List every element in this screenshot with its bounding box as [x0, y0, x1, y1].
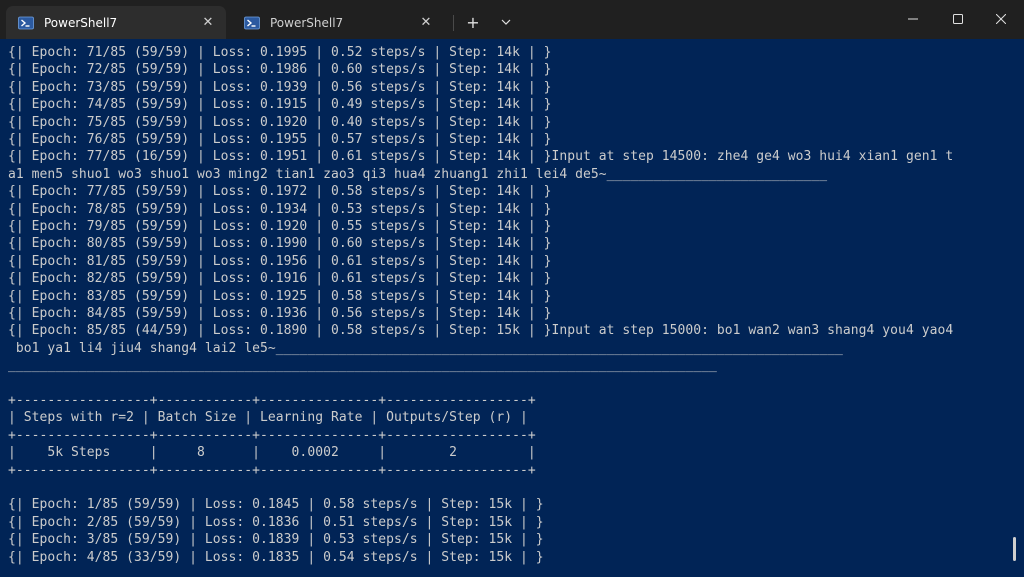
maximize-icon	[953, 14, 963, 24]
terminal-line: | 5k Steps | 8 | 0.0002 | 2 |	[8, 445, 536, 461]
terminal-line: {| Epoch: 1/85 (59/59) | Loss: 0.1845 | …	[8, 497, 544, 513]
terminal-line: {| Epoch: 82/85 (59/59) | Loss: 0.1916 |…	[8, 271, 552, 287]
terminal-line: {| Epoch: 2/85 (59/59) | Loss: 0.1836 | …	[8, 514, 544, 530]
terminal-line: ________________________________________…	[8, 358, 717, 374]
tab-dropdown-button[interactable]	[493, 10, 519, 34]
terminal-line: {| Epoch: 77/85 (16/59) | Loss: 0.1951 |…	[8, 149, 954, 165]
terminal-line: | Steps with r=2 | Batch Size | Learning…	[8, 410, 528, 426]
tab-close-icon[interactable]: ✕	[416, 13, 436, 33]
terminal-line: +-----------------+------------+--------…	[8, 393, 536, 408]
scrollbar-thumb[interactable]	[1013, 537, 1016, 561]
close-icon	[996, 14, 1006, 24]
close-button[interactable]	[978, 0, 1024, 38]
terminal-line: a1 men5 shuo1 wo3 shuo1 wo3 ming2 tian1 …	[8, 166, 828, 182]
terminal-line: +-----------------+------------+--------…	[8, 462, 536, 478]
terminal-window: PowerShell7 ✕ PowerShell7 ✕ + {| Epoch: …	[0, 0, 1024, 577]
terminal-line: {| Epoch: 72/85 (59/59) | Loss: 0.1986 |…	[8, 62, 552, 78]
new-tab-button[interactable]: +	[460, 10, 486, 34]
terminal-line: {| Epoch: 75/85 (59/59) | Loss: 0.1920 |…	[8, 114, 552, 130]
terminal-line: {| Epoch: 83/85 (59/59) | Loss: 0.1925 |…	[8, 288, 552, 304]
tab-label: PowerShell7	[270, 15, 344, 30]
terminal-line: +-----------------+------------+--------…	[8, 427, 536, 443]
terminal-line: {| Epoch: 71/85 (59/59) | Loss: 0.1995 |…	[8, 45, 552, 60]
tab-separator	[453, 15, 454, 31]
terminal-line: {| Epoch: 84/85 (59/59) | Loss: 0.1936 |…	[8, 306, 552, 321]
terminal-line: {| Epoch: 73/85 (59/59) | Loss: 0.1939 |…	[8, 79, 552, 95]
terminal-line: {| Epoch: 3/85 (59/59) | Loss: 0.1839 | …	[8, 532, 544, 548]
minimize-icon	[908, 18, 918, 20]
tab-powershell7-inactive[interactable]: PowerShell7 ✕	[232, 6, 444, 39]
powershell-icon	[18, 15, 34, 31]
terminal-line: {| Epoch: 79/85 (59/59) | Loss: 0.1920 |…	[8, 219, 552, 234]
terminal-output[interactable]: {| Epoch: 71/85 (59/59) | Loss: 0.1995 |…	[0, 39, 1012, 577]
tab-powershell7-active[interactable]: PowerShell7 ✕	[6, 6, 226, 39]
terminal-line: {| Epoch: 80/85 (59/59) | Loss: 0.1990 |…	[8, 236, 552, 252]
tab-close-icon[interactable]: ✕	[198, 13, 218, 33]
terminal-line: {| Epoch: 4/85 (33/59) | Loss: 0.1835 | …	[8, 549, 544, 565]
powershell-icon	[244, 15, 260, 31]
terminal-line: {| Epoch: 76/85 (59/59) | Loss: 0.1955 |…	[8, 132, 552, 147]
chevron-down-icon	[501, 19, 511, 25]
terminal-line: {| Epoch: 77/85 (59/59) | Loss: 0.1972 |…	[8, 184, 552, 200]
terminal-line: {| Epoch: 74/85 (59/59) | Loss: 0.1915 |…	[8, 97, 552, 113]
minimize-button[interactable]	[890, 0, 936, 38]
tab-label: PowerShell7	[44, 15, 118, 30]
terminal-line: {| Epoch: 85/85 (44/59) | Loss: 0.1890 |…	[8, 323, 954, 339]
terminal-line: {| Epoch: 81/85 (59/59) | Loss: 0.1956 |…	[8, 253, 552, 269]
terminal-line: {| Epoch: 78/85 (59/59) | Loss: 0.1934 |…	[8, 201, 552, 217]
title-bar[interactable]: PowerShell7 ✕ PowerShell7 ✕ +	[0, 0, 1024, 39]
terminal-line: bo1 ya1 li4 jiu4 shang4 lai2 le5~_______…	[8, 340, 843, 356]
maximize-button[interactable]	[935, 0, 981, 38]
